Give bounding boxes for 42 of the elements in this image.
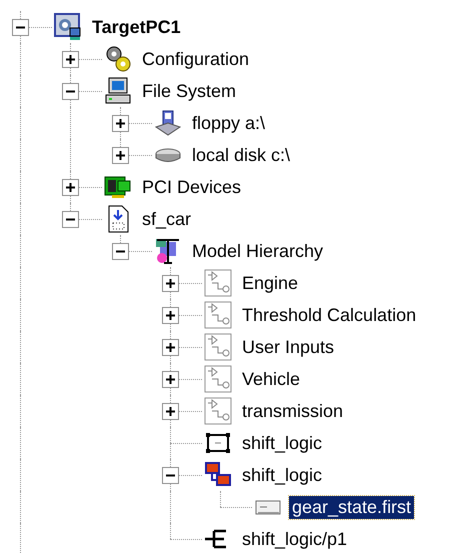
expand-toggle[interactable]: [162, 371, 179, 388]
expand-toggle[interactable]: [112, 147, 129, 164]
tree-item[interactable]: shift_logic: [239, 464, 326, 486]
expand-toggle[interactable]: [62, 51, 79, 68]
subsystem-block-icon: [204, 333, 232, 361]
floppy-drive-icon: [154, 109, 182, 137]
stateflow-icon: [204, 461, 232, 489]
tree-item[interactable]: PCI Devices: [139, 176, 244, 198]
gears-icon: [104, 45, 132, 73]
tree-item[interactable]: floppy a:\: [189, 112, 268, 134]
tree-item[interactable]: Model Hierarchy: [189, 240, 326, 262]
tree-item[interactable]: User Inputs: [239, 336, 338, 358]
subsystem-block-icon: [204, 365, 232, 393]
tree-item[interactable]: TargetPC1: [89, 16, 184, 38]
tree-item[interactable]: Vehicle: [239, 368, 304, 390]
collapse-toggle[interactable]: [112, 243, 129, 260]
tree-item[interactable]: File System: [139, 80, 240, 102]
tree-item[interactable]: local disk c:\: [189, 144, 294, 166]
expand-toggle[interactable]: [162, 403, 179, 420]
tree-item[interactable]: Engine: [239, 272, 302, 294]
computer-icon: [104, 77, 132, 105]
tree-item[interactable]: Threshold Calculation: [239, 304, 420, 326]
collapse-toggle[interactable]: [162, 467, 179, 484]
collapse-toggle[interactable]: [12, 19, 29, 36]
target-computer-icon: [54, 13, 82, 41]
collapse-toggle[interactable]: [62, 83, 79, 100]
expand-toggle[interactable]: [162, 339, 179, 356]
subsystem-block-icon: [204, 301, 232, 329]
tree-item[interactable]: gear_state.first: [289, 496, 414, 518]
tree-item[interactable]: shift_logic: [239, 432, 326, 454]
expand-toggle[interactable]: [112, 115, 129, 132]
subsystem-block-icon: [204, 397, 232, 425]
collapse-toggle[interactable]: [62, 211, 79, 228]
expand-toggle[interactable]: [162, 275, 179, 292]
tree-item[interactable]: sf_car: [139, 208, 194, 230]
hierarchy-icon: [154, 237, 182, 265]
expand-toggle[interactable]: [62, 179, 79, 196]
tree-item[interactable]: transmission: [239, 400, 346, 422]
expand-toggle[interactable]: [162, 307, 179, 324]
tree-item[interactable]: shift_logic/p1: [239, 528, 350, 550]
subsystem-block-icon: [204, 269, 232, 297]
tree-item[interactable]: Configuration: [139, 48, 252, 70]
